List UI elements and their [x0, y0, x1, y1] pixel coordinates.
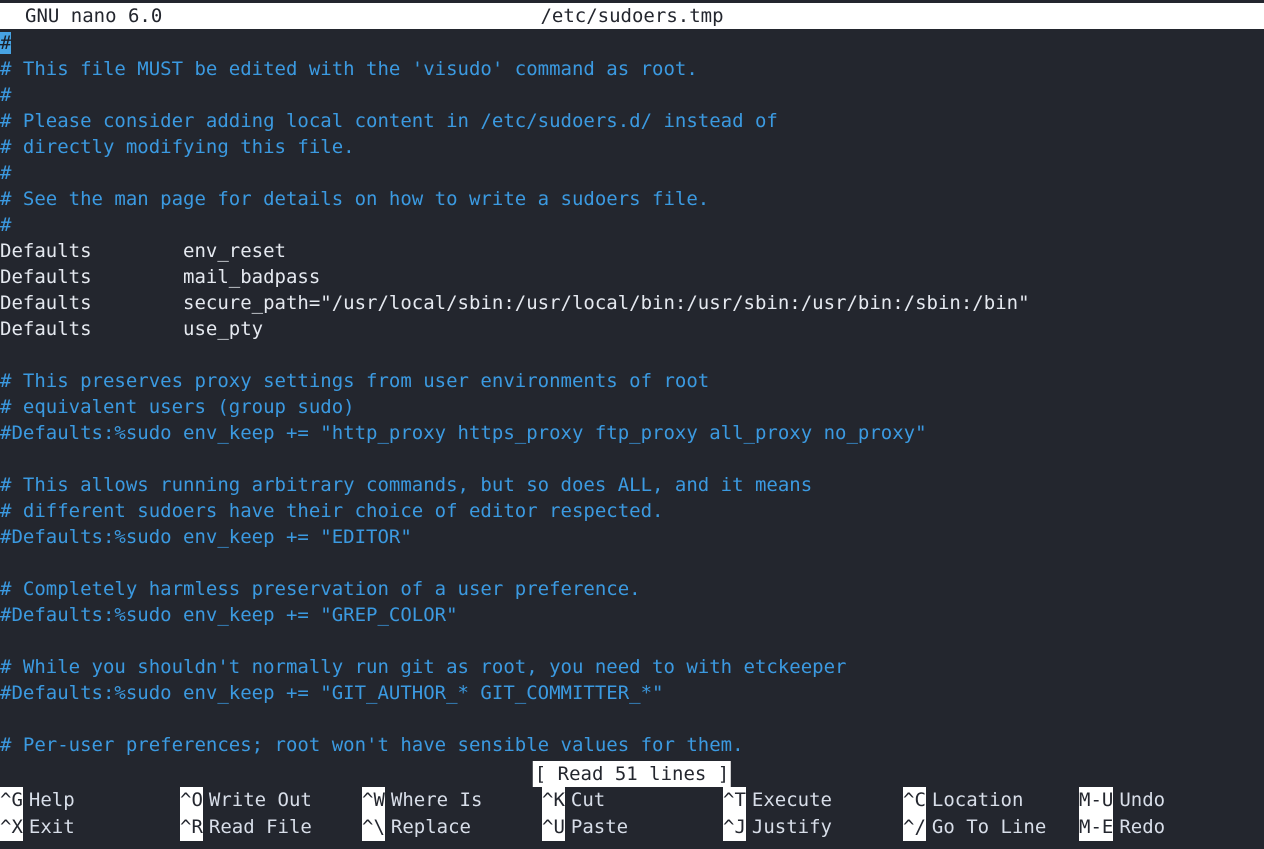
status-bar: [ Read 51 lines ] [0, 761, 1264, 787]
editor-line[interactable]: # [0, 82, 1264, 108]
shortcut-label: Cut [570, 789, 606, 811]
shortcut-key: ^/ [903, 814, 926, 841]
shortcut-label: Redo [1119, 816, 1166, 838]
editor-line[interactable]: #Defaults:%sudo env_keep += "GREP_COLOR" [0, 602, 1264, 628]
shortcut-justify[interactable]: ^J Justify [723, 814, 832, 841]
shortcut-help[interactable]: ^G Help [0, 787, 75, 814]
shortcut-where-is[interactable]: ^W Where Is [362, 787, 482, 814]
shortcut-label: Execute [751, 789, 832, 811]
shortcut-read-file[interactable]: ^R Read File [180, 814, 312, 841]
shortcut-label: Location [931, 789, 1024, 811]
shortcut-execute[interactable]: ^T Execute [723, 787, 832, 814]
editor-line[interactable]: # [0, 160, 1264, 186]
text-cursor: # [0, 32, 12, 54]
editor-line[interactable]: # different sudoers have their choice of… [0, 498, 1264, 524]
editor-text-area[interactable]: # # This file MUST be edited with the 'vi… [0, 29, 1264, 761]
editor-line[interactable]: # This file MUST be edited with the 'vis… [0, 56, 1264, 82]
shortcut-label: Paste [570, 816, 629, 838]
titlebar-container: GNU nano 6.0 /etc/sudoers.tmp [0, 0, 1264, 29]
editor-line[interactable]: # Please consider adding local content i… [0, 108, 1264, 134]
shortcut-key: M-U [1079, 787, 1114, 814]
status-message: [ Read 51 lines ] [532, 761, 732, 787]
nano-editor-window: GNU nano 6.0 /etc/sudoers.tmp # # This fi… [0, 0, 1264, 849]
editor-line[interactable] [0, 706, 1264, 732]
shortcut-redo[interactable]: M-E Redo [1079, 814, 1165, 841]
shortcut-key: ^C [903, 787, 926, 814]
shortcut-key: ^J [723, 814, 746, 841]
editor-line[interactable]: Defaults env_reset [0, 238, 1264, 264]
editor-line[interactable]: Defaults mail_badpass [0, 264, 1264, 290]
editor-line[interactable]: Defaults secure_path="/usr/local/sbin:/u… [0, 290, 1264, 316]
editor-line[interactable]: # [0, 30, 1264, 56]
editor-line[interactable]: #Defaults:%sudo env_keep += "EDITOR" [0, 524, 1264, 550]
shortcut-label: Justify [751, 816, 832, 838]
editor-line[interactable]: #Defaults:%sudo env_keep += "GIT_AUTHOR_… [0, 680, 1264, 706]
shortcut-replace[interactable]: ^\ Replace [362, 814, 471, 841]
editor-line[interactable] [0, 550, 1264, 576]
shortcut-key: ^R [180, 814, 203, 841]
shortcut-exit[interactable]: ^X Exit [0, 814, 75, 841]
editor-line[interactable] [0, 342, 1264, 368]
editor-line[interactable] [0, 446, 1264, 472]
filename-label: /etc/sudoers.tmp [540, 5, 724, 27]
shortcut-label: Go To Line [931, 816, 1047, 838]
shortcut-row-1: ^G Help ^O Write Out ^W Where Is ^K Cut ^T Execut… [0, 787, 1264, 814]
editor-line[interactable]: # While you shouldn't normally run git a… [0, 654, 1264, 680]
editor-line[interactable]: Defaults use_pty [0, 316, 1264, 342]
shortcut-key: ^O [180, 787, 203, 814]
shortcut-label: Write Out [208, 789, 312, 811]
shortcut-label: Read File [208, 816, 312, 838]
shortcut-key: ^G [0, 787, 23, 814]
shortcut-write-out[interactable]: ^O Write Out [180, 787, 312, 814]
editor-line[interactable]: #Defaults:%sudo env_keep += "http_proxy … [0, 420, 1264, 446]
shortcut-go-to-line[interactable]: ^/Go To Line [903, 814, 1046, 841]
shortcut-key: ^X [0, 814, 23, 841]
titlebar: GNU nano 6.0 /etc/sudoers.tmp [0, 3, 1264, 29]
editor-line[interactable] [0, 628, 1264, 654]
editor-line[interactable]: # Completely harmless preservation of a … [0, 576, 1264, 602]
editor-line[interactable]: # equivalent users (group sudo) [0, 394, 1264, 420]
shortcut-label: Exit [28, 816, 75, 838]
shortcut-key: ^T [723, 787, 746, 814]
shortcut-key: ^U [542, 814, 565, 841]
editor-line[interactable]: # See the man page for details on how to… [0, 186, 1264, 212]
shortcut-key: M-E [1079, 814, 1114, 841]
shortcut-key: ^\ [362, 814, 385, 841]
shortcut-cut[interactable]: ^K Cut [542, 787, 605, 814]
editor-line[interactable]: # Per-user preferences; root won't have … [0, 732, 1264, 758]
editor-line[interactable]: # [0, 212, 1264, 238]
shortcut-location[interactable]: ^C Location [903, 787, 1023, 814]
editor-line[interactable]: # This allows running arbitrary commands… [0, 472, 1264, 498]
shortcut-label: Undo [1119, 789, 1166, 811]
shortcut-key: ^W [362, 787, 385, 814]
shortcut-undo[interactable]: M-U Undo [1079, 787, 1165, 814]
editor-line[interactable]: # directly modifying this file. [0, 134, 1264, 160]
shortcut-label: Where Is [390, 789, 483, 811]
shortcut-key: ^K [542, 787, 565, 814]
shortcut-label: Replace [390, 816, 471, 838]
shortcut-row-2: ^X Exit ^R Read File ^\ Replace ^U Paste ^J Justi… [0, 814, 1264, 841]
editor-line[interactable]: # This preserves proxy settings from use… [0, 368, 1264, 394]
shortcut-bar: ^G Help ^O Write Out ^W Where Is ^K Cut ^T Execut… [0, 787, 1264, 849]
shortcut-label: Help [28, 789, 75, 811]
shortcut-paste[interactable]: ^U Paste [542, 814, 628, 841]
